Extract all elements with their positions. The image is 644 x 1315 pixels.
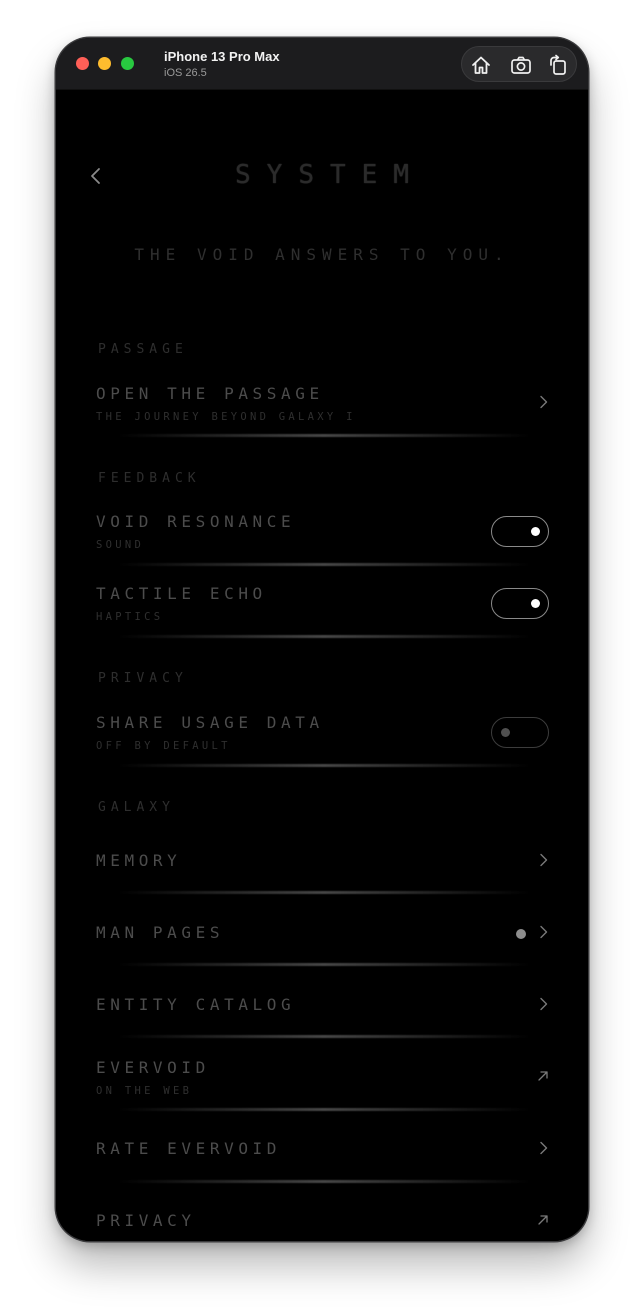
row-rate-evervoid[interactable]: RATE EVERVOID: [96, 1126, 550, 1186]
row-title: RATE EVERVOID: [96, 1139, 282, 1158]
row-title: VOID RESONANCE: [96, 512, 296, 531]
row-privacy-link[interactable]: PRIVACY: [96, 1198, 550, 1241]
row-title: MAN PAGES: [96, 923, 225, 942]
row-share-usage-data: SHARE USAGE DATA OFF BY DEFAULT: [96, 709, 550, 771]
rotate-icon[interactable]: [547, 54, 569, 76]
minimize-window-button[interactable]: [98, 57, 111, 70]
toggle-knob: [531, 599, 540, 608]
device-name: iPhone 13 Pro Max: [164, 49, 280, 64]
new-indicator-dot: [516, 929, 526, 939]
divider: [118, 635, 530, 638]
row-subtitle: HAPTICS: [96, 611, 164, 623]
section-label-galaxy: GALAXY: [98, 800, 175, 815]
screenshot-icon[interactable]: [510, 54, 532, 76]
row-tactile-echo: TACTILE ECHO HAPTICS: [96, 580, 550, 642]
row-title: TACTILE ECHO: [96, 584, 267, 603]
simulator-window: iPhone 13 Pro Max iOS 26.5 SYSTEM THE VO…: [56, 38, 588, 1241]
row-subtitle: SOUND: [96, 539, 145, 551]
row-open-passage[interactable]: OPEN THE PASSAGE THE JOURNEY BEYOND GALA…: [96, 380, 550, 452]
section-label-passage: PASSAGE: [98, 342, 188, 357]
divider: [118, 563, 530, 566]
os-version: iOS 26.5: [164, 67, 207, 79]
row-title: PRIVACY: [96, 1211, 196, 1230]
row-title: OPEN THE PASSAGE: [96, 384, 324, 403]
divider: [118, 1180, 530, 1183]
chevron-right-icon: [540, 395, 548, 409]
simulator-title-bar: iPhone 13 Pro Max iOS 26.5: [56, 38, 588, 90]
divider: [118, 434, 530, 437]
home-icon[interactable]: [470, 54, 492, 76]
row-subtitle: OFF BY DEFAULT: [96, 740, 231, 752]
toggle-knob: [501, 728, 510, 737]
zoom-window-button[interactable]: [121, 57, 134, 70]
section-label-privacy: PRIVACY: [98, 671, 188, 686]
share-usage-toggle[interactable]: [491, 717, 549, 748]
chevron-right-icon: [540, 853, 548, 867]
row-title: ENTITY CATALOG: [96, 995, 296, 1014]
chevron-right-icon: [540, 997, 548, 1011]
divider: [118, 963, 530, 966]
row-memory[interactable]: MEMORY: [96, 838, 550, 898]
row-man-pages[interactable]: MAN PAGES: [96, 910, 550, 970]
row-entity-catalog[interactable]: ENTITY CATALOG: [96, 982, 550, 1042]
chevron-right-icon: [540, 1141, 548, 1155]
row-title: MEMORY: [96, 851, 182, 870]
row-evervoid-web[interactable]: EVERVOID ON THE WEB: [96, 1054, 550, 1116]
divider: [118, 891, 530, 894]
row-title: SHARE USAGE DATA: [96, 713, 324, 732]
simulator-toolbar: [461, 46, 577, 82]
close-window-button[interactable]: [76, 57, 89, 70]
haptics-toggle[interactable]: [491, 588, 549, 619]
row-subtitle: ON THE WEB: [96, 1085, 193, 1097]
divider: [118, 1108, 530, 1111]
chevron-right-icon: [540, 925, 548, 939]
external-link-icon: [538, 1071, 548, 1081]
row-void-resonance: VOID RESONANCE SOUND: [96, 508, 550, 570]
settings-screen: SYSTEM THE VOID ANSWERS TO YOU. PASSAGE …: [56, 90, 588, 1241]
divider: [118, 1035, 530, 1038]
toggle-knob: [531, 527, 540, 536]
page-tagline: THE VOID ANSWERS TO YOU.: [134, 245, 510, 264]
divider: [118, 764, 530, 767]
row-title: EVERVOID: [96, 1058, 210, 1077]
row-subtitle: THE JOURNEY BEYOND GALAXY I: [96, 411, 356, 423]
page-title: SYSTEM: [235, 160, 425, 190]
section-label-feedback: FEEDBACK: [98, 471, 201, 486]
sound-toggle[interactable]: [491, 516, 549, 547]
external-link-icon: [538, 1215, 548, 1225]
